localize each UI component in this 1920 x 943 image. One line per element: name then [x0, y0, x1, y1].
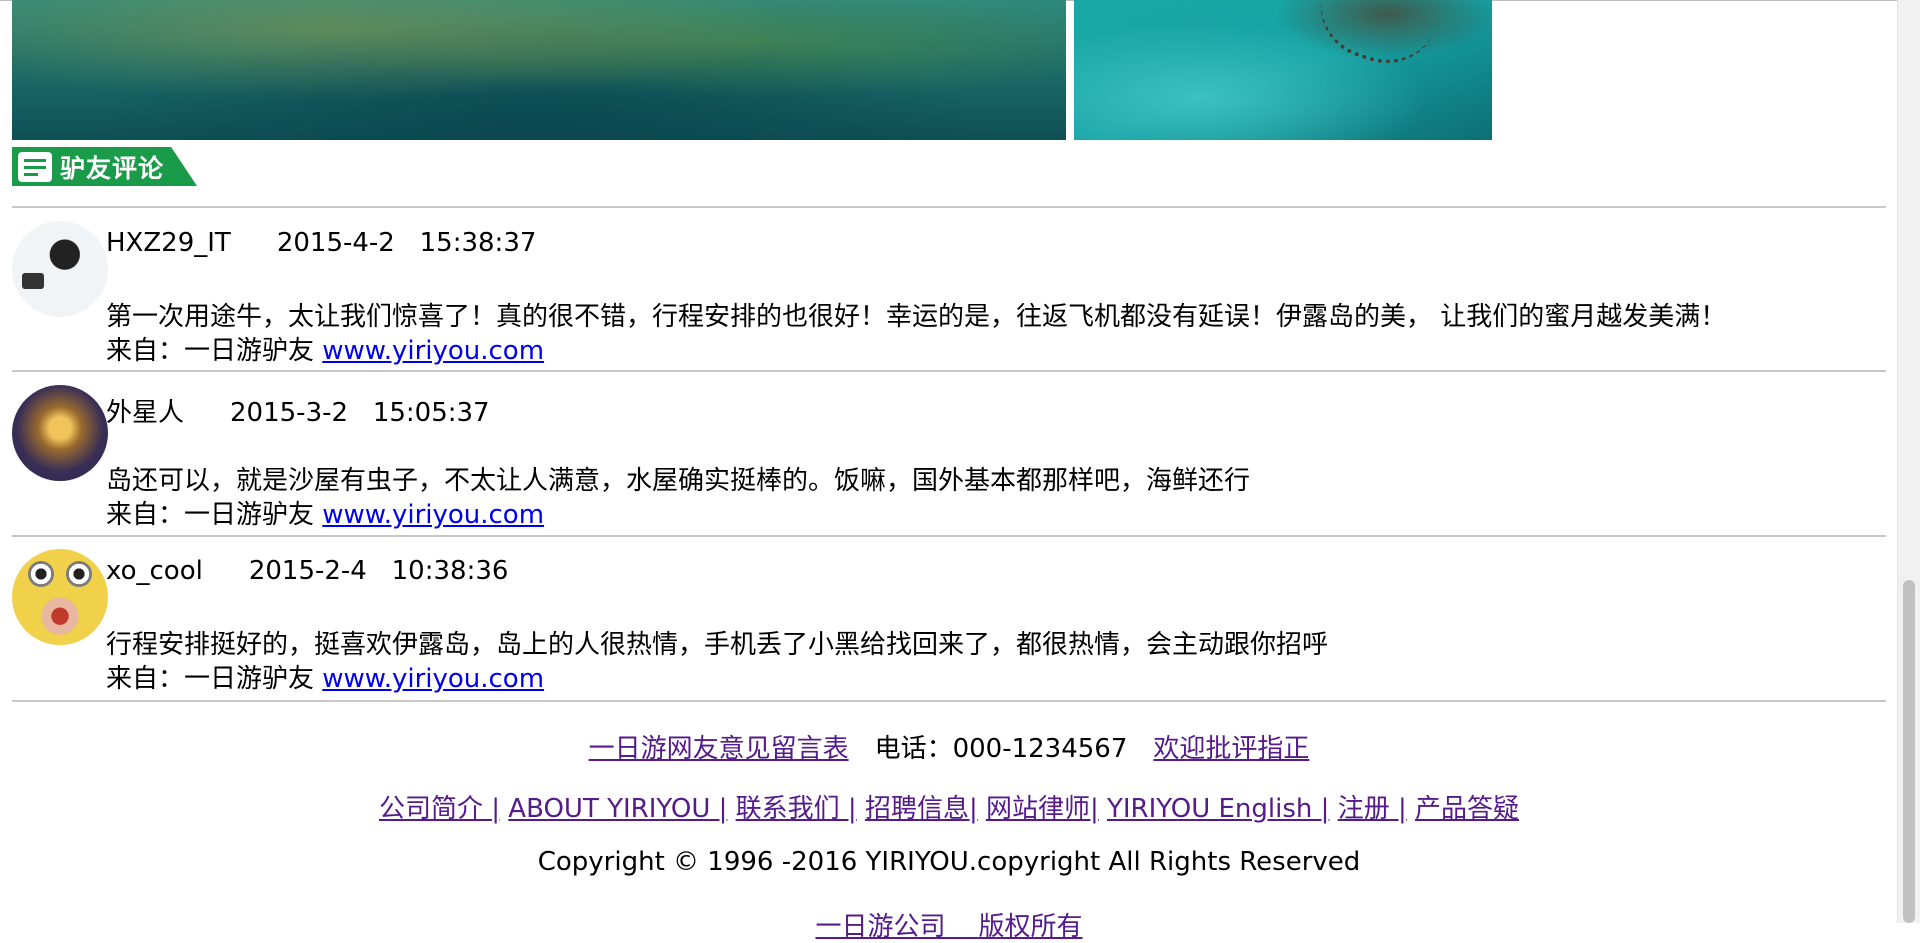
copyright: Copyright © 1996 -2016 YIRIYOU.copyright…	[537, 847, 1361, 877]
feedback-link[interactable]: 一日游网友意见留言表	[589, 734, 849, 764]
scrollbar-thumb[interactable]	[1903, 580, 1915, 923]
section-title-tag: 驴友评论	[12, 147, 197, 186]
comment-list-icon	[18, 151, 52, 182]
comment-time: 15:38:37	[419, 228, 537, 258]
footer-bottom-row: 一日游公司 版权所有	[0, 906, 1898, 943]
comment-text: 岛还可以，就是沙屋有虫子，不太让人满意，水屋确实挺棒的。饭嘛，国外基本都那样吧，…	[106, 466, 1251, 496]
banner-image-water-villa	[1074, 0, 1492, 140]
comment-item: xo_cool 2015-2-4 10:38:36 行程安排挺好的，挺喜欢伊露岛，…	[12, 536, 1882, 696]
divider	[12, 700, 1886, 702]
comment-date: 2015-3-2	[230, 398, 349, 428]
footer-link-jobs[interactable]: 招聘信息|	[865, 794, 978, 824]
pier-shape	[1306, 0, 1438, 78]
footer-link-register[interactable]: 注册 |	[1338, 794, 1407, 824]
avatar	[12, 549, 108, 645]
footer-link-lawyer[interactable]: 网站律师|	[986, 794, 1099, 824]
source-label: 来自：一日游驴友	[106, 664, 315, 694]
footer-link-contact[interactable]: 联系我们 |	[736, 794, 857, 824]
footer-link-about-en[interactable]: ABOUT YIRIYOU |	[508, 794, 727, 824]
comment-meta: HXZ29_IT 2015-4-2 15:38:37	[106, 228, 536, 258]
footer-contact-row: 一日游网友意见留言表 电话：000-1234567 欢迎批评指正	[0, 728, 1898, 765]
comment-date: 2015-2-4	[248, 556, 367, 586]
footer-link-english[interactable]: YIRIYOU English |	[1107, 794, 1329, 824]
footer-link-faq[interactable]: 产品答疑	[1415, 794, 1519, 824]
avatar	[12, 385, 108, 481]
comment-meta: xo_cool 2015-2-4 10:38:36	[106, 556, 508, 586]
welcome-link[interactable]: 欢迎批评指正	[1153, 734, 1309, 764]
comment-text: 行程安排挺好的，挺喜欢伊露岛，岛上的人很热情，手机丢了小黑给找回来了，都很热情，…	[106, 630, 1329, 660]
comment-text: 第一次用途牛，太让我们惊喜了！真的很不错，行程安排的也很好！幸运的是，往返飞机都…	[106, 302, 1727, 332]
comment-source: 来自：一日游驴友 www.yiriyou.com	[106, 658, 544, 695]
comment-date: 2015-4-2	[276, 228, 395, 258]
source-label: 来自：一日游驴友	[106, 336, 315, 366]
comment-user: HXZ29_IT	[106, 228, 231, 258]
comment-meta: 外星人 2015-3-2 15:05:37	[106, 392, 490, 429]
comment-item: 外星人 2015-3-2 15:05:37 岛还可以，就是沙屋有虫子，不太让人满意…	[12, 372, 1882, 532]
source-link[interactable]: www.yiriyou.com	[322, 500, 544, 530]
footer-nav: 公司简介 | ABOUT YIRIYOU | 联系我们 | 招聘信息| 网站律师…	[0, 788, 1898, 825]
vertical-scrollbar[interactable]	[1897, 0, 1920, 923]
section-title: 驴友评论	[60, 153, 165, 183]
footer-link-about-cn[interactable]: 公司简介 |	[379, 794, 500, 824]
comment-time: 10:38:36	[391, 556, 509, 586]
source-label: 来自：一日游驴友	[106, 500, 315, 530]
phone-text: 电话：000-1234567	[874, 734, 1128, 764]
source-link[interactable]: www.yiriyou.com	[322, 336, 544, 366]
comment-source: 来自：一日游驴友 www.yiriyou.com	[106, 494, 544, 531]
comment-item: HXZ29_IT 2015-4-2 15:38:37 第一次用途牛，太让我们惊喜了…	[12, 208, 1882, 368]
source-link[interactable]: www.yiriyou.com	[322, 664, 544, 694]
banner-image-reef	[12, 0, 1066, 140]
comment-time: 15:05:37	[372, 398, 490, 428]
comment-user: 外星人	[106, 398, 185, 428]
company-rights-link[interactable]: 一日游公司 版权所有	[815, 912, 1082, 942]
avatar	[12, 221, 108, 317]
comment-source: 来自：一日游驴友 www.yiriyou.com	[106, 330, 544, 367]
comment-user: xo_cool	[106, 556, 203, 586]
